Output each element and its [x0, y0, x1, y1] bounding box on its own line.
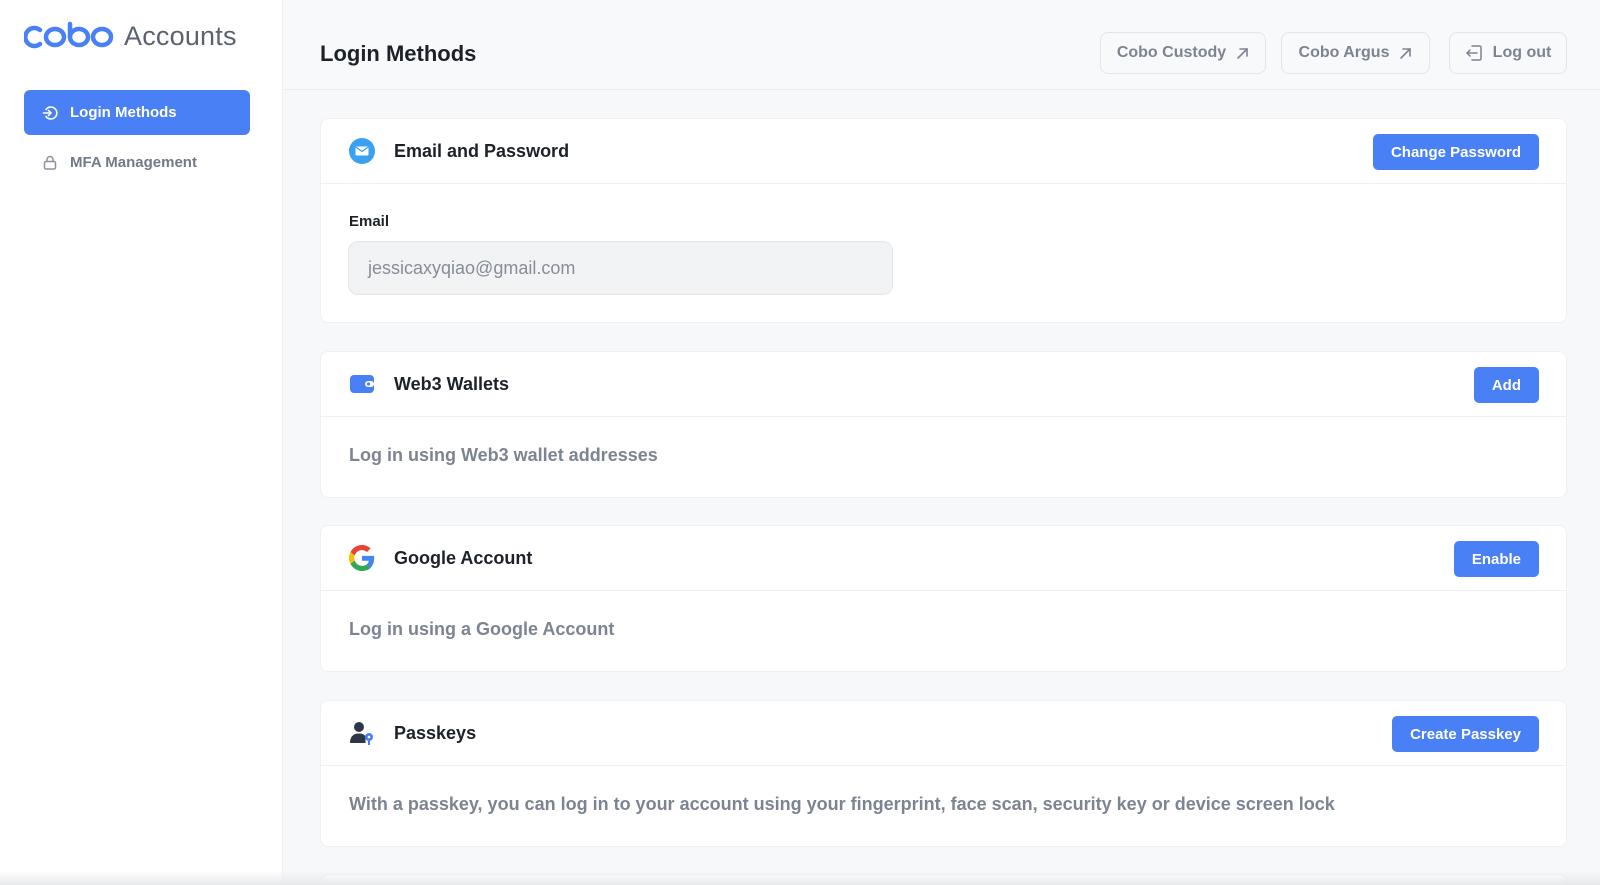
cobo-logo-icon	[24, 21, 114, 49]
email-field[interactable]: jessicaxyqiao@gmail.com	[348, 241, 893, 295]
passkeys-card: Passkeys Create Passkey With a passkey, …	[320, 700, 1567, 847]
email-field-label: Email	[349, 213, 390, 230]
google-icon	[349, 545, 375, 571]
cobo-custody-link[interactable]: Cobo Custody	[1100, 32, 1266, 74]
external-arrow-icon	[1236, 47, 1249, 60]
add-wallet-button[interactable]: Add	[1473, 367, 1539, 403]
cobo-argus-link[interactable]: Cobo Argus	[1281, 32, 1430, 74]
lock-icon	[42, 155, 58, 171]
logout-icon	[1465, 44, 1483, 62]
login-icon	[42, 105, 58, 121]
link-label: Cobo Custody	[1116, 44, 1227, 61]
google-account-card: Google Account Enable Log in using a Goo…	[320, 525, 1567, 672]
card-title: Google Account	[394, 547, 533, 568]
card-header: Web3 Wallets Add	[321, 352, 1566, 417]
wallet-icon	[349, 371, 375, 397]
card-description: Log in using a Google Account	[349, 619, 615, 639]
link-label: Cobo Argus	[1298, 44, 1390, 61]
mail-icon	[349, 138, 375, 164]
scroll-shadow	[0, 871, 1600, 885]
card-title: Email and Password	[394, 140, 570, 161]
card-title: Web3 Wallets	[394, 373, 510, 394]
card-header: Passkeys Create Passkey	[321, 701, 1566, 766]
card-title: Passkeys	[394, 722, 477, 743]
sidebar-item-label: Login Methods	[70, 104, 177, 121]
create-passkey-button[interactable]: Create Passkey	[1392, 716, 1539, 752]
change-password-button[interactable]: Change Password	[1372, 134, 1539, 170]
email-password-card: Email and Password Change Password Email…	[320, 118, 1567, 323]
sidebar-item-mfa-management[interactable]: MFA Management	[24, 140, 250, 185]
logout-label: Log out	[1492, 44, 1552, 61]
app-name: Accounts	[124, 20, 237, 51]
passkey-user-icon	[349, 720, 375, 746]
card-description: With a passkey, you can log in to your a…	[349, 794, 1335, 814]
sidebar-item-login-methods[interactable]: Login Methods	[24, 90, 250, 135]
cobo-accounts-logo[interactable]: Accounts	[24, 18, 237, 54]
card-header: Email and Password Change Password	[321, 119, 1566, 184]
card-description: Log in using Web3 wallet addresses	[349, 445, 658, 465]
sidebar: Accounts Login Methods MFA Management	[0, 0, 283, 885]
sidebar-item-label: MFA Management	[70, 154, 197, 171]
enable-google-button[interactable]: Enable	[1453, 541, 1539, 577]
external-arrow-icon	[1399, 47, 1412, 60]
web3-wallets-card: Web3 Wallets Add Log in using Web3 walle…	[320, 351, 1567, 498]
logout-button[interactable]: Log out	[1449, 32, 1567, 74]
page-title: Login Methods	[320, 41, 477, 66]
top-header: Login Methods Cobo Custody Cobo Argus Lo…	[284, 0, 1600, 90]
card-header: Google Account Enable	[321, 526, 1566, 591]
